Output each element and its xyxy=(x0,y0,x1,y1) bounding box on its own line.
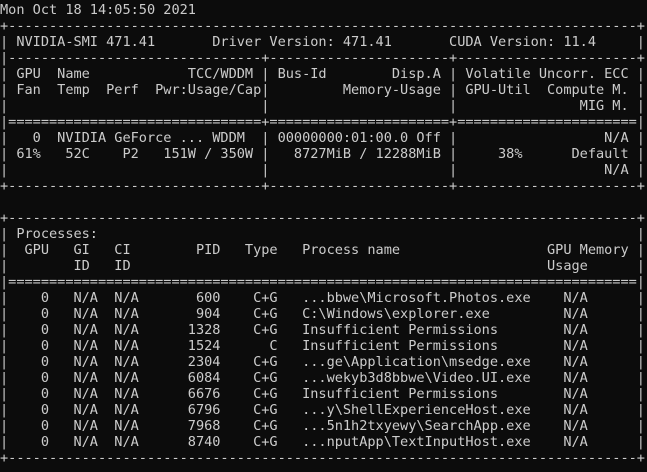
gpu-header-divider: |===============================+=======… xyxy=(0,114,645,130)
gpu-row-3: | | | N/A | xyxy=(0,162,645,178)
gpu-row-1: | 0 NVIDIA GeForce ... WDDM | 00000000:0… xyxy=(0,130,645,146)
process-header-divider: |=======================================… xyxy=(0,274,645,290)
process-row: | 0 N/A N/A 6796 C+G ...y\ShellExperienc… xyxy=(0,402,645,418)
process-row: | 0 N/A N/A 2304 C+G ...ge\Application\m… xyxy=(0,354,645,370)
table-separator: |-------------------------------+-------… xyxy=(0,50,645,66)
process-table-bottom: +---------------------------------------… xyxy=(0,450,645,466)
process-row: | 0 N/A N/A 6676 C+G Insufficient Permis… xyxy=(0,386,645,402)
process-header-1: | GPU GI CI PID Type Process name GPU Me… xyxy=(0,242,645,258)
gpu-table-bottom: +-------------------------------+-------… xyxy=(0,178,645,194)
process-row: | 0 N/A N/A 8740 C+G ...nputApp\TextInpu… xyxy=(0,434,645,450)
process-row: | 0 N/A N/A 600 C+G ...bbwe\Microsoft.Ph… xyxy=(0,290,645,306)
processes-title: | Processes: | xyxy=(0,226,645,242)
gpu-column-header-3: | | | MIG M. | xyxy=(0,98,645,114)
terminal-window[interactable]: Mon Oct 18 14:05:50 2021 +--------------… xyxy=(0,0,647,472)
gpu-column-header-1: | GPU Name TCC/WDDM | Bus-Id Disp.A | Vo… xyxy=(0,66,645,82)
process-table-top: +---------------------------------------… xyxy=(0,210,645,226)
process-row: | 0 N/A N/A 6084 C+G ...wekyb3d8bbwe\Vid… xyxy=(0,370,645,386)
version-header-line: | NVIDIA-SMI 471.41 Driver Version: 471.… xyxy=(0,34,645,50)
process-header-2: | ID ID Usage | xyxy=(0,258,645,274)
process-row: | 0 N/A N/A 1524 C Insufficient Permissi… xyxy=(0,338,645,354)
table-top-border: +---------------------------------------… xyxy=(0,18,645,34)
timestamp-line: Mon Oct 18 14:05:50 2021 xyxy=(0,2,196,18)
gpu-row-2: | 61% 52C P2 151W / 350W | 8727MiB / 122… xyxy=(0,146,645,162)
process-row: | 0 N/A N/A 7968 C+G ...5n1h2txyewy\Sear… xyxy=(0,418,645,434)
process-row: | 0 N/A N/A 904 C+G C:\Windows\explorer.… xyxy=(0,306,645,322)
gpu-column-header-2: | Fan Temp Perf Pwr:Usage/Cap| Memory-Us… xyxy=(0,82,645,98)
process-row: | 0 N/A N/A 1328 C+G Insufficient Permis… xyxy=(0,322,645,338)
